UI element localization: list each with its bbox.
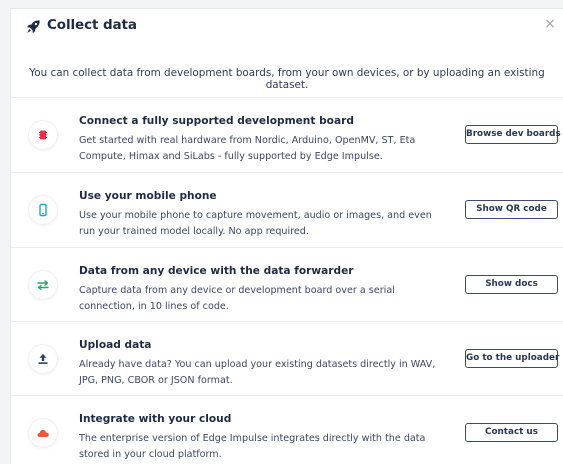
dialog-title: Collect data (47, 17, 137, 33)
collect-data-dialog: Collect data × You can collect data from… (10, 8, 563, 464)
option-cloud: Integrate with your cloud The enterprise… (11, 396, 563, 464)
option-description: The enterprise version of Edge Impulse i… (79, 433, 426, 460)
dialog-header: Collect data × (11, 9, 563, 45)
dialog-intro: You can collect data from development bo… (29, 67, 545, 91)
option-title: Data from any device with the data forwa… (79, 265, 354, 277)
option-data-forwarder: Data from any device with the data forwa… (11, 248, 563, 322)
option-description: Capture data from any device or developm… (79, 285, 395, 312)
option-mobile-phone: Use your mobile phone Use your mobile ph… (11, 173, 563, 247)
option-title: Integrate with your cloud (79, 413, 232, 425)
option-dev-board: Connect a fully supported development bo… (11, 98, 563, 172)
upload-icon (29, 345, 57, 373)
option-description: Use your mobile phone to capture movemen… (79, 210, 432, 237)
option-title: Use your mobile phone (79, 190, 217, 202)
option-title: Upload data (79, 339, 152, 351)
close-icon[interactable]: × (543, 17, 557, 31)
show-qr-code-button[interactable]: Show QR code (465, 200, 558, 219)
option-description: Get started with real hardware from Nord… (79, 135, 416, 162)
option-title: Connect a fully supported development bo… (79, 115, 354, 127)
rocket-icon (26, 19, 41, 34)
browse-dev-boards-button[interactable]: Browse dev boards (465, 125, 561, 144)
contact-us-button[interactable]: Contact us (465, 423, 558, 442)
mobile-phone-icon (29, 196, 57, 224)
data-forwarder-icon (29, 271, 57, 299)
cloud-icon (29, 419, 57, 447)
show-docs-button[interactable]: Show docs (465, 275, 558, 294)
go-to-uploader-button[interactable]: Go to the uploader (465, 349, 559, 368)
dev-board-icon (29, 121, 57, 149)
option-description: Already have data? You can upload your e… (79, 359, 436, 386)
option-upload-data: Upload data Already have data? You can u… (11, 322, 563, 396)
